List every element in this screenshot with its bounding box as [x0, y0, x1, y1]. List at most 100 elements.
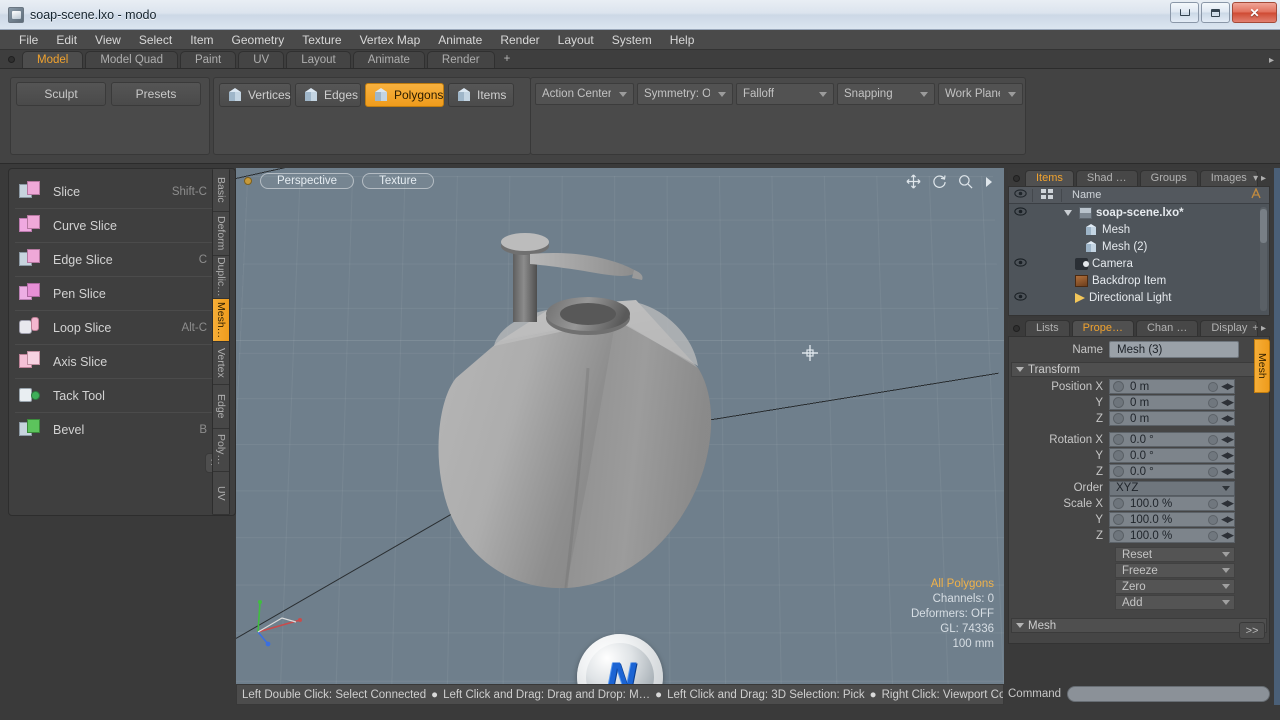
rotation-x-input[interactable]: 0.0 ° ◀▶: [1109, 432, 1235, 447]
position-x-input[interactable]: 0 m ◀▶: [1109, 379, 1235, 394]
position-z-input[interactable]: 0 m ◀▶: [1109, 411, 1235, 426]
vtab-uv[interactable]: UV: [213, 471, 229, 515]
menu-item-file[interactable]: File: [10, 30, 47, 50]
scale-y-input[interactable]: 100.0 % ◀▶: [1109, 512, 1235, 527]
properties-expand-button[interactable]: >>: [1239, 622, 1265, 639]
eye-icon[interactable]: [1009, 206, 1032, 219]
tab-groups[interactable]: Groups: [1139, 170, 1198, 186]
work-plane-dropdown[interactable]: Work Plane: [938, 83, 1023, 105]
menu-item-animate[interactable]: Animate: [429, 30, 491, 50]
properties-menu-dot-icon[interactable]: [1013, 325, 1020, 332]
layout-tab-render[interactable]: Render: [426, 51, 495, 68]
menu-item-system[interactable]: System: [603, 30, 661, 50]
tool-item-slice[interactable]: Slice Shift-C: [15, 175, 215, 209]
vtab-duplicate[interactable]: Duplic…: [213, 255, 229, 299]
stepper-arrows-icon[interactable]: ◀▶: [1221, 498, 1234, 509]
mode-items-button[interactable]: Items: [448, 83, 514, 107]
stepper-arrows-icon[interactable]: ◀▶: [1221, 434, 1234, 445]
tab-shading[interactable]: Shad …: [1075, 170, 1138, 186]
position-y-input[interactable]: 0 m ◀▶: [1109, 395, 1235, 410]
name-input[interactable]: Mesh (3): [1109, 341, 1239, 358]
properties-side-tab-mesh[interactable]: Mesh: [1254, 339, 1270, 393]
item-list-menu-dot-icon[interactable]: [1013, 175, 1020, 182]
freeze-dropdown[interactable]: Freeze: [1115, 563, 1235, 578]
stepper-arrows-icon[interactable]: ◀▶: [1221, 530, 1234, 541]
tool-item-bevel[interactable]: Bevel B: [15, 413, 215, 447]
scale-z-input[interactable]: 100.0 % ◀▶: [1109, 528, 1235, 543]
menu-item-edit[interactable]: Edit: [47, 30, 86, 50]
add-dropdown[interactable]: Add: [1115, 595, 1235, 610]
stepper-arrows-icon[interactable]: ◀▶: [1221, 397, 1234, 408]
menu-item-texture[interactable]: Texture: [293, 30, 350, 50]
item-list-scrollbar[interactable]: [1260, 207, 1267, 311]
layout-tab-layout[interactable]: Layout: [286, 51, 351, 68]
tool-item-axis-slice[interactable]: Axis Slice: [15, 345, 215, 379]
menu-item-layout[interactable]: Layout: [549, 30, 603, 50]
tool-item-pen-slice[interactable]: Pen Slice: [15, 277, 215, 311]
action-center-dropdown[interactable]: Action Center: [535, 83, 634, 105]
tree-row-backdrop[interactable]: Backdrop Item: [1009, 272, 1269, 289]
tool-item-tack-tool[interactable]: Tack Tool: [15, 379, 215, 413]
item-list-tree[interactable]: Name soap-scene.lxo* Mesh Mesh (2) Camer…: [1008, 186, 1270, 316]
presets-button[interactable]: Presets: [111, 82, 201, 106]
tab-properties[interactable]: Prope…: [1071, 320, 1134, 336]
falloff-dropdown[interactable]: Falloff: [736, 83, 834, 105]
move-icon[interactable]: [906, 174, 921, 189]
sculpt-button[interactable]: Sculpt: [16, 82, 106, 106]
chevron-down-icon[interactable]: [1064, 209, 1072, 216]
snapping-dropdown[interactable]: Snapping: [837, 83, 935, 105]
layout-tab-model[interactable]: Model: [22, 51, 84, 68]
menu-item-vertex-map[interactable]: Vertex Map: [351, 30, 430, 50]
command-input[interactable]: [1067, 686, 1270, 702]
viewport-3d[interactable]: Perspective Texture All Polygons Channel…: [236, 168, 1004, 684]
tree-row-camera[interactable]: Camera: [1009, 255, 1269, 272]
reset-dropdown[interactable]: Reset: [1115, 547, 1235, 562]
viewport-tab-perspective[interactable]: Perspective: [260, 173, 355, 189]
zero-dropdown[interactable]: Zero: [1115, 579, 1235, 594]
layout-tab-animate[interactable]: Animate: [352, 51, 425, 68]
layout-tabs-overflow-icon[interactable]: ▸: [1269, 55, 1274, 66]
mesh-section-header[interactable]: Mesh: [1011, 618, 1267, 633]
menu-item-view[interactable]: View: [86, 30, 130, 50]
tab-channels[interactable]: Chan …: [1135, 320, 1199, 336]
stepper-arrows-icon[interactable]: ◀▶: [1221, 413, 1234, 424]
layout-tab-add-button[interactable]: +: [497, 51, 518, 68]
viewport-menu-dot-icon[interactable]: [244, 177, 252, 185]
stepper-arrows-icon[interactable]: ◀▶: [1221, 466, 1234, 477]
tree-row-mesh-2[interactable]: Mesh (2): [1009, 238, 1269, 255]
stepper-arrows-icon[interactable]: ◀▶: [1221, 514, 1234, 525]
rotation-z-input[interactable]: 0.0 ° ◀▶: [1109, 464, 1235, 479]
tree-row-directional-light[interactable]: Directional Light: [1009, 289, 1269, 306]
close-button[interactable]: ✕: [1232, 2, 1277, 23]
layout-menu-dot-icon[interactable]: [8, 56, 15, 63]
menu-item-help[interactable]: Help: [661, 30, 704, 50]
rotation-y-input[interactable]: 0.0 ° ◀▶: [1109, 448, 1235, 463]
layout-tab-model-quad[interactable]: Model Quad: [85, 51, 178, 68]
vtab-mesh[interactable]: Mesh…: [213, 298, 229, 342]
maximize-button[interactable]: [1201, 2, 1230, 23]
transform-section-header[interactable]: Transform: [1011, 362, 1267, 377]
order-dropdown[interactable]: XYZ: [1109, 480, 1235, 496]
vtab-vertex[interactable]: Vertex: [213, 342, 229, 386]
properties-tabs-add-icon[interactable]: + ▸: [1252, 323, 1266, 334]
tab-images[interactable]: Images: [1199, 170, 1258, 186]
stepper-arrows-icon[interactable]: ◀▶: [1221, 450, 1234, 461]
eye-icon[interactable]: [1009, 291, 1032, 304]
zoom-icon[interactable]: [958, 174, 973, 189]
scale-x-input[interactable]: 100.0 % ◀▶: [1109, 496, 1235, 511]
vtab-polygon[interactable]: Poly…: [213, 428, 229, 472]
tab-display[interactable]: Display: [1200, 320, 1259, 336]
viewport-tab-texture[interactable]: Texture: [362, 173, 434, 189]
mode-edges-button[interactable]: Edges: [295, 83, 361, 107]
item-list-tabs-overflow-icon[interactable]: ▾ ▸: [1253, 173, 1266, 184]
mode-polygons-button[interactable]: Polygons: [365, 83, 444, 107]
menu-item-geometry[interactable]: Geometry: [223, 30, 294, 50]
layout-tab-paint[interactable]: Paint: [179, 51, 237, 68]
tree-row-mesh[interactable]: Mesh: [1009, 221, 1269, 238]
tool-item-curve-slice[interactable]: Curve Slice: [15, 209, 215, 243]
tool-item-loop-slice[interactable]: Loop Slice Alt-C: [15, 311, 215, 345]
layout-tab-uv[interactable]: UV: [238, 51, 285, 68]
mode-vertices-button[interactable]: Vertices: [219, 83, 291, 107]
symmetry-dropdown[interactable]: Symmetry: Off: [637, 83, 733, 105]
eye-icon[interactable]: [1009, 257, 1032, 270]
